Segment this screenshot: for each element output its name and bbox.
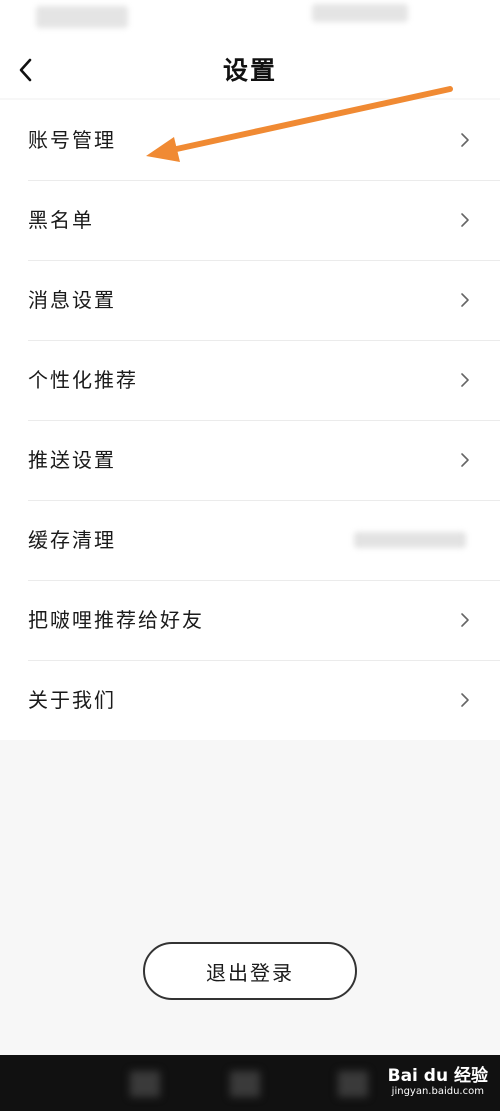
menu-item-about-us[interactable]: 关于我们 — [0, 660, 500, 740]
chevron-right-icon — [461, 133, 469, 147]
menu-item-message-settings[interactable]: 消息设置 — [0, 260, 500, 340]
baidu-jingyan-watermark: Bai du 经验 jingyan.baidu.com — [388, 1061, 488, 1097]
bottom-tab-home[interactable] — [130, 1071, 160, 1097]
chevron-right-icon — [461, 453, 469, 467]
menu-item-label: 推送设置 — [28, 448, 116, 472]
menu-item-label: 个性化推荐 — [28, 368, 138, 392]
menu-item-label: 账号管理 — [28, 128, 116, 152]
chevron-right-icon — [461, 373, 469, 387]
menu-item-recommend-to-friends[interactable]: 把啵哩推荐给好友 — [0, 580, 500, 660]
menu-item-clear-cache[interactable]: 缓存清理 — [0, 500, 500, 580]
nav-bar: 设置 — [0, 40, 500, 98]
bottom-tab-messages[interactable] — [338, 1071, 368, 1097]
chevron-right-icon — [461, 293, 469, 307]
menu-item-label: 关于我们 — [28, 688, 116, 712]
chevron-right-icon — [461, 613, 469, 627]
chevron-right-icon — [461, 693, 469, 707]
page-title: 设置 — [222, 56, 277, 85]
menu-item-label: 缓存清理 — [28, 528, 116, 552]
menu-item-label: 黑名单 — [28, 208, 94, 232]
menu-item-account-management[interactable]: 账号管理 — [0, 100, 500, 180]
status-bar-time — [36, 6, 128, 28]
menu-item-label: 消息设置 — [28, 288, 116, 312]
watermark-url: jingyan.baidu.com — [391, 1086, 484, 1097]
chevron-right-icon — [461, 213, 469, 227]
settings-menu: 账号管理 黑名单 消息设置 个性化推荐 推送设置 缓存清理 把啵哩推荐给好友 关… — [0, 100, 500, 740]
menu-item-personalized-recommendation[interactable]: 个性化推荐 — [0, 340, 500, 420]
logout-button[interactable]: 退出登录 — [143, 942, 357, 1000]
bottom-tab-discover[interactable] — [230, 1071, 260, 1097]
menu-item-label: 把啵哩推荐给好友 — [28, 608, 204, 632]
cache-size-value — [354, 532, 466, 548]
status-bar — [0, 0, 500, 40]
status-bar-icons — [312, 4, 408, 22]
watermark-logo-text: Bai du 经验 — [387, 1066, 488, 1086]
menu-item-push-settings[interactable]: 推送设置 — [0, 420, 500, 500]
bottom-nav-bar: Bai du 经验 jingyan.baidu.com — [0, 1055, 500, 1111]
menu-item-blacklist[interactable]: 黑名单 — [0, 180, 500, 260]
